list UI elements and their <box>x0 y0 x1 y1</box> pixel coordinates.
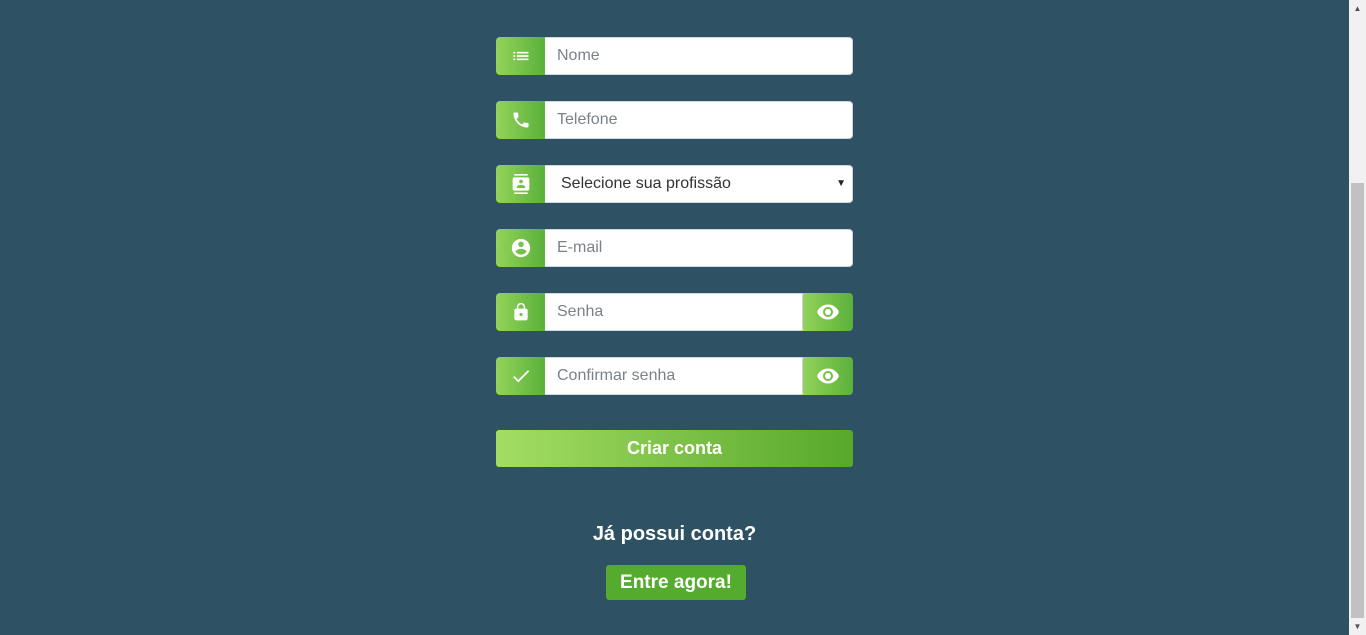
signup-page: Selecione sua profissão ▼ <box>0 0 1366 635</box>
password-row <box>496 293 853 331</box>
phone-icon <box>496 101 545 139</box>
email-row <box>496 229 853 267</box>
scroll-down-arrow-icon[interactable]: ▼ <box>1349 618 1366 635</box>
show-password-button[interactable] <box>803 293 853 331</box>
scroll-up-arrow-icon[interactable]: ▲ <box>1349 0 1366 17</box>
scrollbar-thumb[interactable] <box>1351 183 1364 618</box>
profession-select[interactable]: Selecione sua profissão ▼ <box>545 165 853 203</box>
chevron-down-icon: ▼ <box>836 178 846 189</box>
login-question: Já possui conta? <box>592 523 757 545</box>
email-input[interactable] <box>545 229 853 267</box>
signup-form: Selecione sua profissão ▼ <box>496 37 853 421</box>
confirm-password-input[interactable] <box>545 357 803 395</box>
show-confirm-password-button[interactable] <box>803 357 853 395</box>
lock-icon <box>496 293 545 331</box>
list-icon <box>496 37 545 75</box>
eye-icon <box>817 368 839 384</box>
name-input[interactable] <box>545 37 853 75</box>
contact-card-icon <box>496 165 545 203</box>
password-input[interactable] <box>545 293 803 331</box>
login-now-button[interactable]: Entre agora! <box>606 565 746 600</box>
name-row <box>496 37 853 75</box>
account-circle-icon <box>496 229 545 267</box>
phone-row <box>496 101 853 139</box>
phone-input[interactable] <box>545 101 853 139</box>
check-icon <box>496 357 545 395</box>
profession-select-value: Selecione sua profissão <box>561 175 731 192</box>
profession-row: Selecione sua profissão ▼ <box>496 165 853 203</box>
vertical-scrollbar[interactable]: ▲ ▼ <box>1349 0 1366 635</box>
eye-icon <box>817 304 839 320</box>
create-account-button[interactable]: Criar conta <box>496 430 853 467</box>
confirm-password-row <box>496 357 853 395</box>
